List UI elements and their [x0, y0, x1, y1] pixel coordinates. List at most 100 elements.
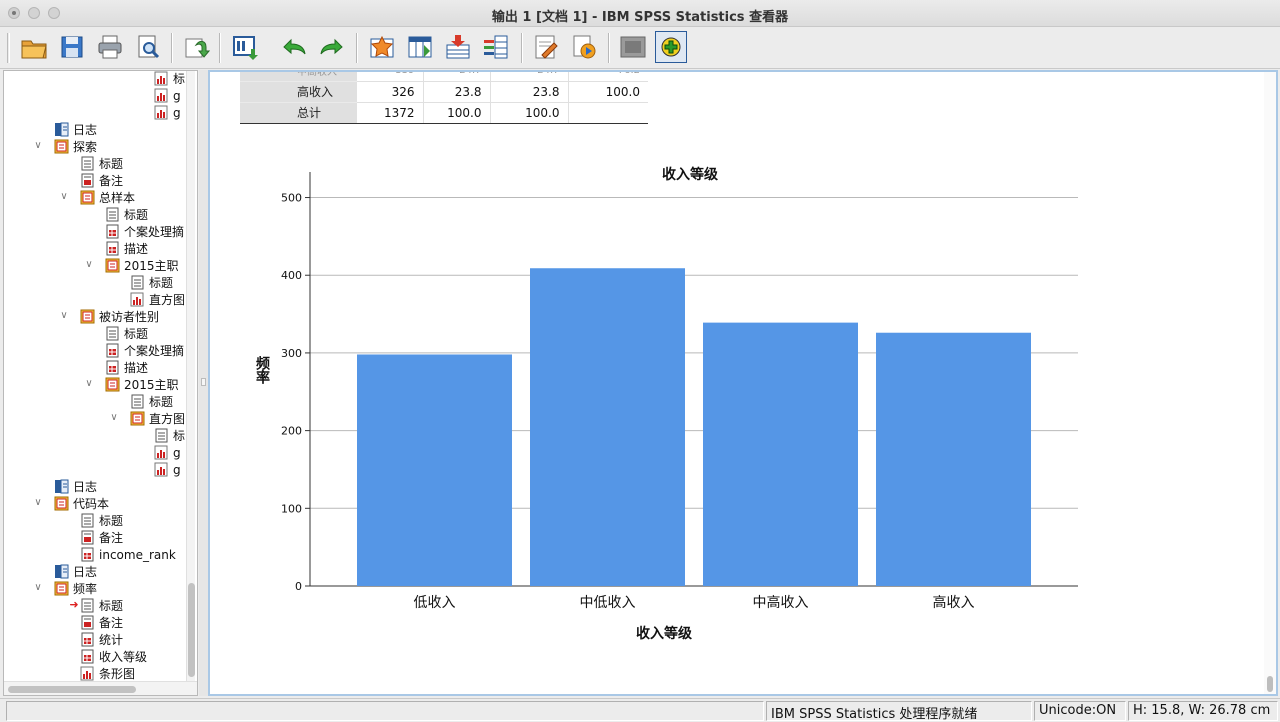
processor-status: IBM SPSS Statistics 处理程序就绪: [766, 701, 1032, 722]
bar-chart[interactable]: 收入等级 0 100 200 300 400 500 低收入 中低收入 中高收入 高收入 收入等级 频…: [240, 152, 1140, 652]
open-icon[interactable]: [18, 31, 50, 63]
x-axis-title: 收入等级: [636, 625, 693, 642]
tree-item-label: income_rank: [99, 547, 176, 562]
tree-item[interactable]: 被访者性别: [80, 308, 159, 325]
tree-expand-chevron[interactable]: ∨: [32, 497, 44, 508]
tree-item-label: 备注: [99, 616, 124, 630]
tree-item[interactable]: 标: [154, 427, 185, 444]
tree-item-label: 标题: [99, 157, 124, 171]
tree-item[interactable]: 备注: [80, 172, 123, 189]
page-dimensions: H: 15.8, W: 26.78 cm: [1128, 701, 1278, 721]
tree-item[interactable]: 描述: [105, 240, 148, 257]
outline-horizontal-thumb[interactable]: [8, 686, 136, 693]
tree-item[interactable]: 备注: [80, 614, 123, 631]
tree-item-label: g: [173, 445, 181, 460]
book-icon: [80, 309, 99, 324]
tree-item[interactable]: g: [154, 87, 181, 104]
tree-expand-chevron[interactable]: ∨: [32, 140, 44, 151]
book-icon: [80, 190, 99, 205]
x-tick-label: 中高收入: [753, 594, 809, 611]
show-all-icon[interactable]: [655, 31, 687, 63]
goto-variable-icon[interactable]: [404, 31, 436, 63]
row-label: 总计: [240, 102, 357, 124]
bar[interactable]: [530, 268, 685, 586]
chart-editor-icon[interactable]: [530, 31, 562, 63]
table-row: 高收入 326 23.8 23.8 100.0: [240, 81, 648, 103]
tree-item-label: 日志: [73, 123, 98, 137]
tree-expand-chevron[interactable]: ∨: [108, 412, 120, 423]
tree-item[interactable]: 直方图: [130, 291, 185, 308]
select-cases-icon[interactable]: [617, 31, 649, 63]
tree-item[interactable]: 代码本: [54, 495, 109, 512]
log-icon: [54, 564, 73, 579]
tree-item[interactable]: 个案处理摘: [105, 342, 184, 359]
outline-vertical-thumb[interactable]: [188, 583, 195, 677]
tree-item[interactable]: 描述: [105, 359, 148, 376]
tree-item[interactable]: 收入等级: [80, 648, 147, 665]
tree-item-label: 备注: [99, 531, 124, 545]
export-icon[interactable]: [180, 31, 212, 63]
print-preview-icon[interactable]: [132, 31, 164, 63]
undo-icon[interactable]: [278, 31, 310, 63]
outline-vertical-scrollbar[interactable]: [186, 71, 195, 681]
tree-item[interactable]: 日志: [54, 478, 97, 495]
tree-item[interactable]: 条形图: [80, 665, 135, 681]
spss-viewer-window: 输出 1 [文档 1] - IBM SPSS Statistics 查看器 标 …: [0, 0, 1280, 722]
tree-item[interactable]: 个案处理摘: [105, 223, 184, 240]
tree-expand-chevron[interactable]: ∨: [58, 310, 70, 321]
redo-icon[interactable]: [316, 31, 348, 63]
book-icon: [54, 139, 73, 154]
goto-case-icon[interactable]: [366, 31, 398, 63]
pane-splitter[interactable]: [199, 70, 208, 696]
tree-item[interactable]: 探索: [54, 138, 97, 155]
tree-item[interactable]: 备注: [80, 529, 123, 546]
tree-item[interactable]: income_rank: [80, 546, 176, 563]
tree-expand-chevron[interactable]: ∨: [58, 191, 70, 202]
toolbar-grip[interactable]: [7, 33, 10, 63]
tree-item[interactable]: g: [154, 104, 181, 121]
tree-item[interactable]: 标: [154, 71, 185, 87]
tree-item[interactable]: 总样本: [80, 189, 135, 206]
tree-item[interactable]: 标题: [105, 206, 148, 223]
tree-item[interactable]: g: [154, 461, 181, 478]
tree-item[interactable]: 日志: [54, 563, 97, 580]
print-icon[interactable]: [94, 31, 126, 63]
cell-cumulative-percent: 100.0: [568, 81, 648, 103]
table-icon: [105, 343, 124, 358]
bar[interactable]: [357, 354, 512, 586]
tree-item[interactable]: 标题: [80, 155, 123, 172]
designate-window-icon[interactable]: [568, 31, 600, 63]
tree-item[interactable]: 统计: [80, 631, 123, 648]
tree-item[interactable]: 标题: [105, 325, 148, 342]
y-tick-label: 400: [281, 269, 302, 282]
tree-item-label: 日志: [73, 480, 98, 494]
tree-item[interactable]: 标题: [130, 274, 173, 291]
tree-item[interactable]: 标题: [80, 512, 123, 529]
bar[interactable]: [876, 332, 1031, 586]
tree-item-label: 标题: [99, 514, 124, 528]
tree-item[interactable]: 频率: [54, 580, 97, 597]
tree-item-label: 代码本: [73, 497, 110, 511]
content-vertical-thumb[interactable]: [1267, 676, 1273, 692]
tree-item[interactable]: 日志: [54, 121, 97, 138]
tree-item[interactable]: 直方图: [130, 410, 185, 427]
tree-item[interactable]: 标题: [80, 597, 123, 614]
insert-cases-icon[interactable]: [442, 31, 474, 63]
tree-item[interactable]: 标题: [130, 393, 173, 410]
tree-item-label: 统计: [99, 633, 124, 647]
tree-expand-chevron[interactable]: ∨: [83, 378, 95, 389]
variables-icon[interactable]: [480, 31, 512, 63]
recall-dialog-icon[interactable]: [229, 31, 261, 63]
tree-item[interactable]: 2015主职: [105, 257, 179, 274]
bar[interactable]: [703, 322, 858, 586]
tree-item[interactable]: 2015主职: [105, 376, 179, 393]
table-icon: [80, 547, 99, 562]
tree-expand-chevron[interactable]: ∨: [32, 582, 44, 593]
content-vertical-scrollbar[interactable]: [1264, 72, 1276, 694]
outline-horizontal-scrollbar[interactable]: [4, 681, 197, 695]
frequency-table[interactable]: 中高收入 339 24.7 24.7 76.2 高收入 326 23.8 23.…: [240, 72, 648, 124]
tree-item[interactable]: g: [154, 444, 181, 461]
chart-icon: [154, 105, 173, 120]
save-icon[interactable]: [56, 31, 88, 63]
tree-expand-chevron[interactable]: ∨: [83, 259, 95, 270]
